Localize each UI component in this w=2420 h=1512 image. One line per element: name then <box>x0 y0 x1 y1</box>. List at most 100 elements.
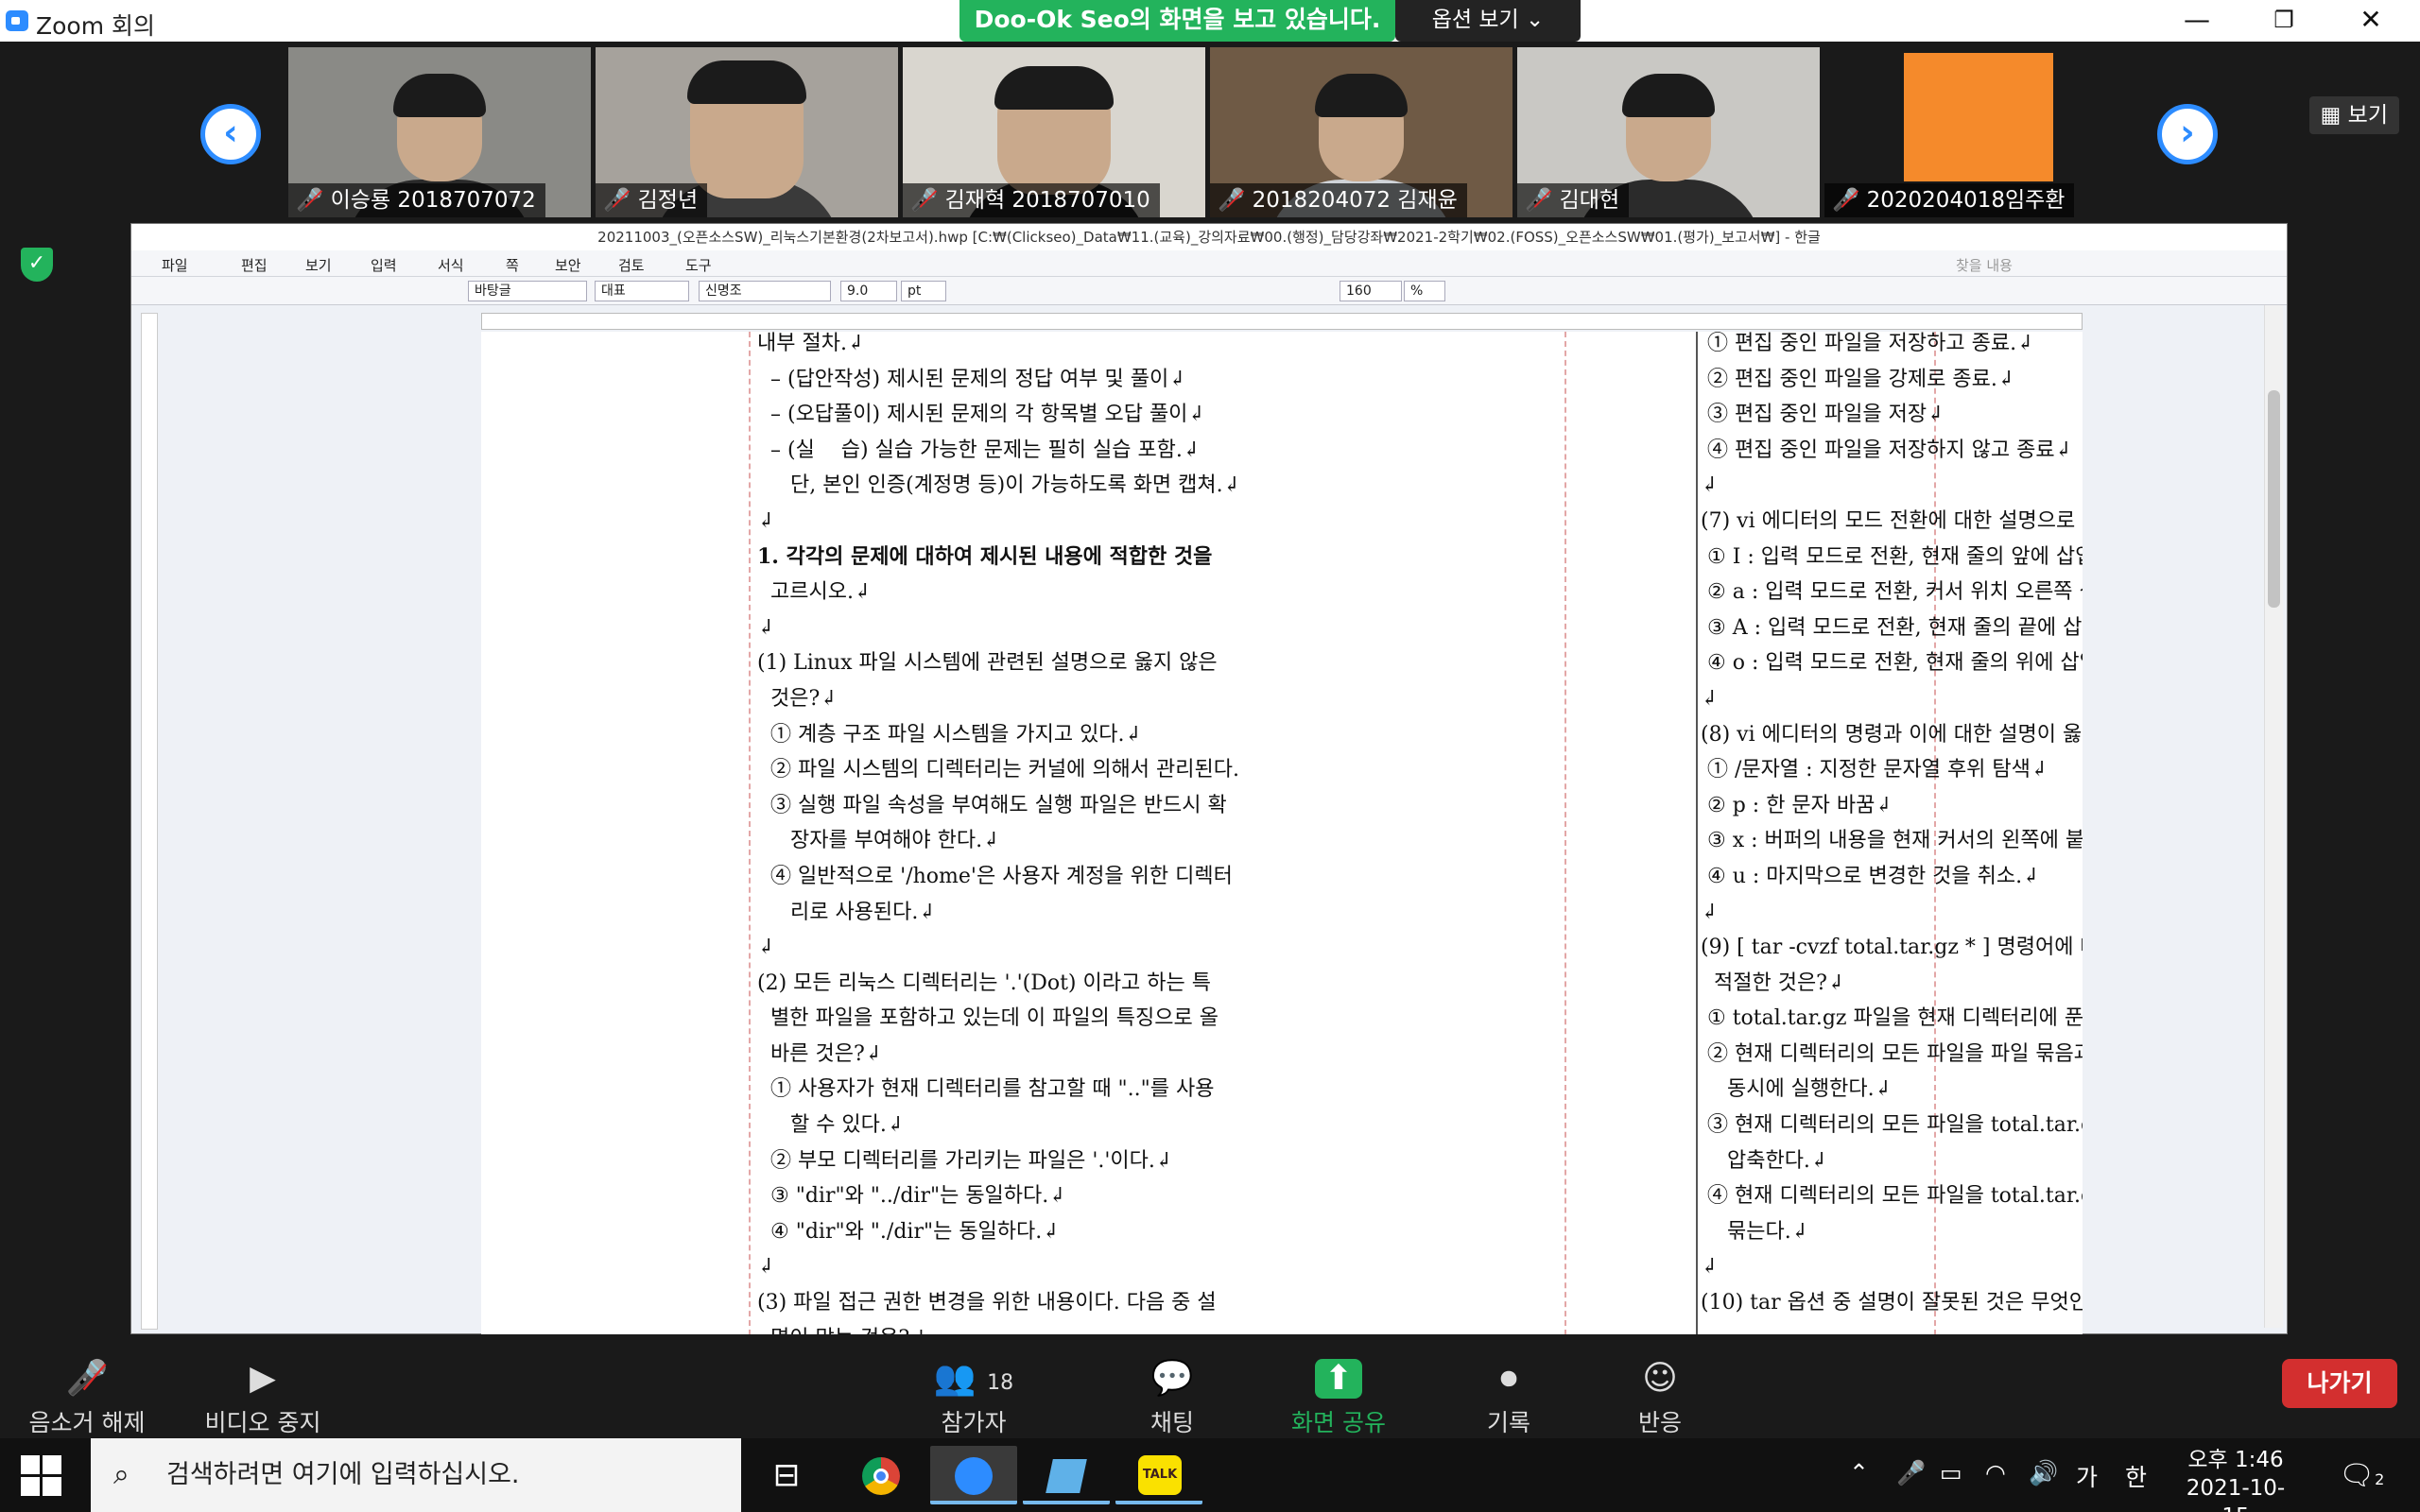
unmute-label: 음소거 해제 <box>28 1409 146 1436</box>
windows-start-icon[interactable] <box>21 1455 62 1497</box>
stop-video-button[interactable]: ▶ 비디오 중지 <box>187 1351 338 1436</box>
document-line: – (실 습) 실습 가능한 문제는 필히 실습 포함.↲ <box>757 438 1201 462</box>
share-screen-button[interactable]: ⬆ 화면 공유 <box>1263 1351 1414 1436</box>
menu-item[interactable]: 서식 <box>438 255 464 275</box>
document-line: ③ "dir"와 "../dir"는 동일하다.↲ <box>757 1184 1066 1209</box>
chrome-icon[interactable] <box>838 1446 925 1504</box>
document-line: 묶는다.↲ <box>1701 1219 1809 1244</box>
participant-tile[interactable]: 🎤̸ 2020204018임주환 <box>1824 47 2127 217</box>
participant-tile[interactable]: 🎤̸ 2018204072 김재윤 <box>1210 47 1512 217</box>
menu-item[interactable]: 보안 <box>555 255 581 275</box>
muted-mic-icon: 🎤̸ <box>910 188 938 213</box>
document-page[interactable]: 내부 절차.↲ – (답안작성) 제시된 문제의 정답 여부 및 풀이↲ – (… <box>481 332 2083 1335</box>
participant-name: 김대현 <box>1559 188 1620 213</box>
vertical-scrollbar[interactable] <box>2264 305 2283 1328</box>
paragraph-select[interactable]: 대표 <box>595 281 689 301</box>
document-line: 명이 맞는 것은?↲ <box>757 1321 1241 1335</box>
document-left-column[interactable]: 내부 절차.↲ – (답안작성) 제시된 문제의 정답 여부 및 풀이↲ – (… <box>757 332 1241 1335</box>
meeting-controls: 🎤̸ 음소거 해제 ▶ 비디오 중지 👥 18 참가자 💬 채팅 ⬆ 화면 공유 ⏺ 기록 … <box>0 1334 2420 1438</box>
document-line: ① 편집 중인 파일을 저장하고 종료.↲ <box>1701 332 2034 355</box>
participant-name: 김정년 <box>637 188 699 213</box>
gallery-next-button[interactable]: › <box>2157 104 2218 164</box>
style-select[interactable]: 바탕글 <box>468 281 587 301</box>
hwp-taskbar-icon[interactable] <box>1023 1446 1110 1504</box>
document-line: ③ x : 버퍼의 내용을 현재 커서의 왼쪽에 붙여넣음↲ <box>1706 829 2083 853</box>
menu-item[interactable]: 검토 <box>618 255 645 275</box>
search-icon: ⌕ <box>113 1458 130 1491</box>
view-options-button[interactable]: 옵션 보기 ⌄ <box>1395 0 1581 42</box>
document-line: ① 계층 구조 파일 시스템을 가지고 있다.↲ <box>757 722 1142 747</box>
menu-item[interactable]: 입력 <box>371 255 397 275</box>
document-line: ① I : 입력 모드로 전환, 현재 줄의 앞에 삽입↲ <box>1701 544 2083 569</box>
security-shield-icon[interactable]: ✓ <box>21 248 53 282</box>
document-line: (3) 파일 접근 권한 변경을 위한 내용이다. 다음 중 설 <box>757 1291 1217 1315</box>
close-button[interactable]: ✕ <box>2327 0 2414 42</box>
document-line: 압축한다.↲ <box>1701 1148 1828 1173</box>
ime-language-indicator[interactable]: 한 <box>2125 1459 2147 1493</box>
chat-button[interactable]: 💬 채팅 <box>1097 1351 1248 1436</box>
ime-mode-indicator[interactable]: 가 <box>2076 1459 2098 1493</box>
document-line: (9) [ tar -cvzf total.tar.gz * ] 명령어에 대한… <box>1701 936 2083 960</box>
restore-button[interactable]: ❐ <box>2240 0 2327 42</box>
video-camera-icon: ▶ <box>250 1359 276 1398</box>
document-line: ① /문자열 : 지정한 문자열 후위 탐색↲ <box>1701 758 2048 782</box>
menu-item[interactable]: 쪽 <box>506 255 519 275</box>
document-right-column[interactable]: ① 편집 중인 파일을 저장하고 종료.↲ ② 편집 중인 파일을 강제로 종료… <box>1701 332 2083 1321</box>
document-line: (1) Linux 파일 시스템에 관련된 설명으로 옳지 않은 <box>757 651 1218 676</box>
document-line: ③ 현재 디렉터리의 모든 파일을 total.tar.gz 이름으로 <box>1706 1113 2083 1138</box>
person-hair <box>687 60 806 104</box>
menu-item[interactable]: 편집 <box>241 255 268 275</box>
taskbar-search-box[interactable]: ⌕ 검색하려면 여기에 입력하십시오. <box>91 1438 741 1512</box>
zoom-taskbar-icon[interactable] <box>930 1446 1017 1504</box>
zoom-unit[interactable]: % <box>1404 281 1445 301</box>
vertical-ruler[interactable] <box>141 313 158 1330</box>
task-view-icon[interactable]: ⊟ <box>743 1446 830 1504</box>
document-line: 리로 사용된다.↲ <box>757 900 936 924</box>
unmute-button[interactable]: 🎤̸ 음소거 해제 <box>11 1351 163 1436</box>
view-button[interactable]: ▦ 보기 <box>2308 96 2399 134</box>
zoom-input[interactable]: 160 <box>1340 281 1402 301</box>
scrollbar-thumb[interactable] <box>2268 390 2280 608</box>
zoom-window: Zoom 회의 — ❐ ✕ Doo-Ok Seo의 화면을 보고 있습니다. 옵… <box>0 0 2420 1512</box>
reactions-button[interactable]: ☺ 반응 <box>1584 1351 1736 1436</box>
margin-guide <box>749 332 751 1335</box>
participant-tile[interactable]: 🎤̸ 김재혁 2018707010 <box>903 47 1205 217</box>
document-line: 할 수 있다.↲ <box>757 1113 905 1138</box>
notification-icon[interactable]: 🗨2 <box>2339 1459 2384 1492</box>
microphone-icon[interactable]: 🎤 <box>1896 1459 1926 1487</box>
gallery-prev-button[interactable]: ‹ <box>200 104 261 164</box>
stop-video-label: 비디오 중지 <box>204 1409 321 1436</box>
document-line: 내부 절차.↲ <box>757 332 865 355</box>
battery-icon[interactable]: ▭ <box>1940 1459 1962 1486</box>
participant-tile[interactable]: 🎤̸ 김대현 <box>1517 47 1820 217</box>
participant-tile[interactable]: 🎤̸ 김정년 <box>596 47 898 217</box>
taskbar-clock[interactable]: 오후 1:46 2021-10-15 <box>2174 1446 2297 1512</box>
volume-icon[interactable]: 🔊 <box>2029 1459 2058 1487</box>
menu-item[interactable]: 보기 <box>305 255 332 275</box>
menu-item[interactable]: 도구 <box>685 255 712 275</box>
chat-bubble-icon: 💬 <box>1150 1359 1194 1398</box>
document-line: ③ A : 입력 모드로 전환, 현재 줄의 끝에 삽입↲ <box>1701 615 2083 640</box>
document-line: ④ "dir"와 "./dir"는 동일하다.↲ <box>757 1219 1060 1244</box>
video-gallery-strip: ‹ 🎤̸ 이승룡 2018707072 🎤̸ 김정년 🎤̸ 김재혁 201870701… <box>0 42 2420 221</box>
clock-date: 2021-10-15 <box>2186 1476 2286 1512</box>
menu-item[interactable]: 파일 <box>162 255 188 275</box>
font-size-input[interactable]: 9.0 <box>840 281 897 301</box>
leave-meeting-button[interactable]: 나가기 <box>2282 1359 2397 1408</box>
screen-share-banner: Doo-Ok Seo의 화면을 보고 있습니다. <box>959 0 1395 42</box>
find-field[interactable]: 찾을 내용 <box>1956 255 2013 275</box>
record-button[interactable]: ⏺ 기록 <box>1433 1351 1584 1436</box>
wifi-icon[interactable]: ◠ <box>1985 1459 2006 1486</box>
participants-icon: 👥 18 <box>933 1359 1014 1398</box>
font-select[interactable]: 신명조 <box>699 281 831 301</box>
participants-button[interactable]: 👥 18 참가자 <box>898 1351 1049 1436</box>
show-hidden-icons[interactable]: ⌃ <box>1849 1459 1869 1486</box>
participant-name: 김재혁 2018707010 <box>944 188 1150 213</box>
person-hair <box>994 66 1114 110</box>
font-size-unit[interactable]: pt <box>901 281 946 301</box>
minimize-button[interactable]: — <box>2153 0 2240 42</box>
horizontal-ruler[interactable] <box>481 313 2083 330</box>
document-line: ② 편집 중인 파일을 강제로 종료.↲ <box>1701 367 2015 391</box>
kakaotalk-icon[interactable]: TALK <box>1115 1446 1202 1504</box>
participant-tile[interactable]: 🎤̸ 이승룡 2018707072 <box>288 47 591 217</box>
